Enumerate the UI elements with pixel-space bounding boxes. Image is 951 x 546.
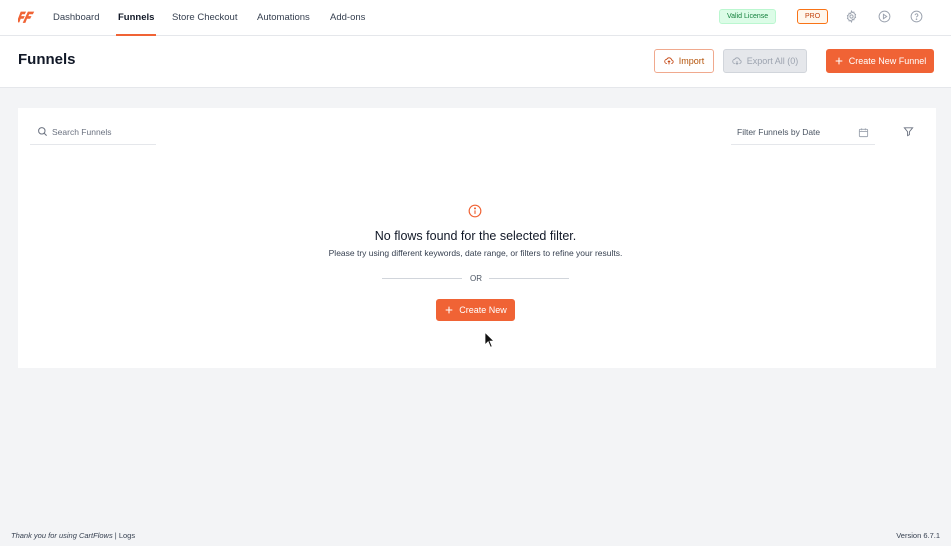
- info-icon: [468, 204, 482, 218]
- nav-item-add-ons[interactable]: Add-ons: [330, 0, 365, 36]
- or-divider-text: OR: [470, 274, 482, 283]
- search-input[interactable]: [52, 124, 152, 140]
- cloud-download-icon: [732, 57, 742, 65]
- nav-item-automations[interactable]: Automations: [257, 0, 310, 36]
- create-new-label: Create New: [459, 305, 507, 315]
- page-header: [0, 36, 951, 88]
- mouse-cursor-icon: [484, 331, 495, 348]
- plus-icon: [835, 57, 843, 65]
- date-filter[interactable]: Filter Funnels by Date: [731, 120, 875, 145]
- empty-state-title: No flows found for the selected filter.: [374, 229, 577, 243]
- filter-icon[interactable]: [903, 126, 914, 137]
- footer-version: Version 6.7.1: [896, 531, 940, 540]
- export-all-button[interactable]: Export All (0): [723, 49, 807, 73]
- import-label: Import: [678, 56, 705, 66]
- nav-item-store-checkout[interactable]: Store Checkout: [172, 0, 237, 36]
- or-divider-right: [489, 278, 569, 279]
- footer-logs-link[interactable]: Logs: [119, 531, 135, 540]
- create-new-button[interactable]: Create New: [436, 299, 515, 321]
- page-title: Funnels: [18, 51, 76, 68]
- nav-item-dashboard[interactable]: Dashboard: [53, 0, 99, 36]
- plus-icon: [445, 306, 453, 314]
- cloud-upload-icon: [664, 57, 674, 65]
- footer-thanks: Thank you for using CartFlows: [11, 531, 113, 540]
- export-all-label: Export All (0): [746, 56, 799, 66]
- create-new-funnel-label: Create New Funnel: [848, 56, 927, 66]
- create-new-funnel-button[interactable]: Create New Funnel: [826, 49, 934, 73]
- calendar-icon: [858, 128, 869, 138]
- license-status-badge: Valid License: [719, 9, 777, 24]
- gear-icon[interactable]: [845, 10, 858, 23]
- top-navigation: Dashboard Funnels Store Checkout Automat…: [0, 0, 951, 36]
- play-circle-icon[interactable]: [878, 10, 891, 23]
- nav-item-funnels[interactable]: Funnels: [116, 0, 157, 36]
- date-filter-label: Filter Funnels by Date: [737, 127, 821, 137]
- import-button[interactable]: Import: [654, 49, 714, 73]
- cartflows-logo-icon[interactable]: [18, 8, 36, 26]
- footer-credit: Thank you for using CartFlows | Logs: [11, 531, 135, 540]
- empty-state-subtitle: Please try using different keywords, dat…: [328, 248, 623, 258]
- or-divider-left: [382, 278, 462, 279]
- help-circle-icon[interactable]: [910, 10, 923, 23]
- search-icon: [38, 127, 47, 136]
- pro-badge: PRO: [797, 9, 829, 24]
- search-box: [30, 120, 156, 145]
